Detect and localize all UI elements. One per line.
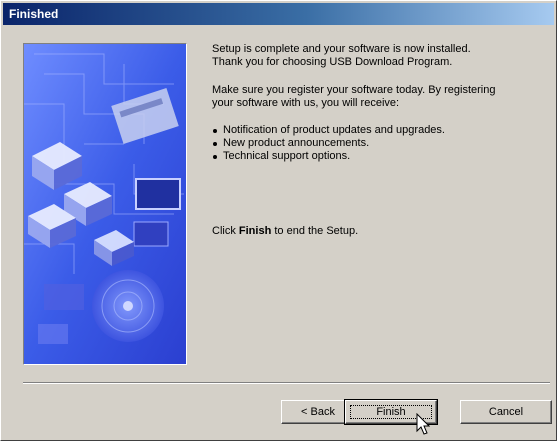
benefits-list: Notification of product updates and upgr… [212,124,552,163]
completion-text: Setup is complete and your software is n… [212,43,471,68]
separator-line [23,382,550,384]
finish-instruction: Click Finish to end the Setup. [212,225,359,237]
list-item: New product announcements. [212,137,552,150]
cancel-button[interactable]: Cancel [460,400,552,424]
back-button[interactable]: < Back [281,400,355,424]
setup-banner-image [23,43,187,365]
setup-message: Setup is complete and your software is n… [212,43,552,163]
list-item: Notification of product updates and upgr… [212,124,552,137]
setup-dialog: Finished Setup is complete and your soft… [0,0,557,441]
list-item: Technical support options. [212,150,552,163]
mouse-pointer-icon [416,413,430,435]
title-bar[interactable]: Finished [3,3,554,25]
window-title: Finished [9,7,59,21]
registration-text: Make sure you register your software tod… [212,84,496,109]
